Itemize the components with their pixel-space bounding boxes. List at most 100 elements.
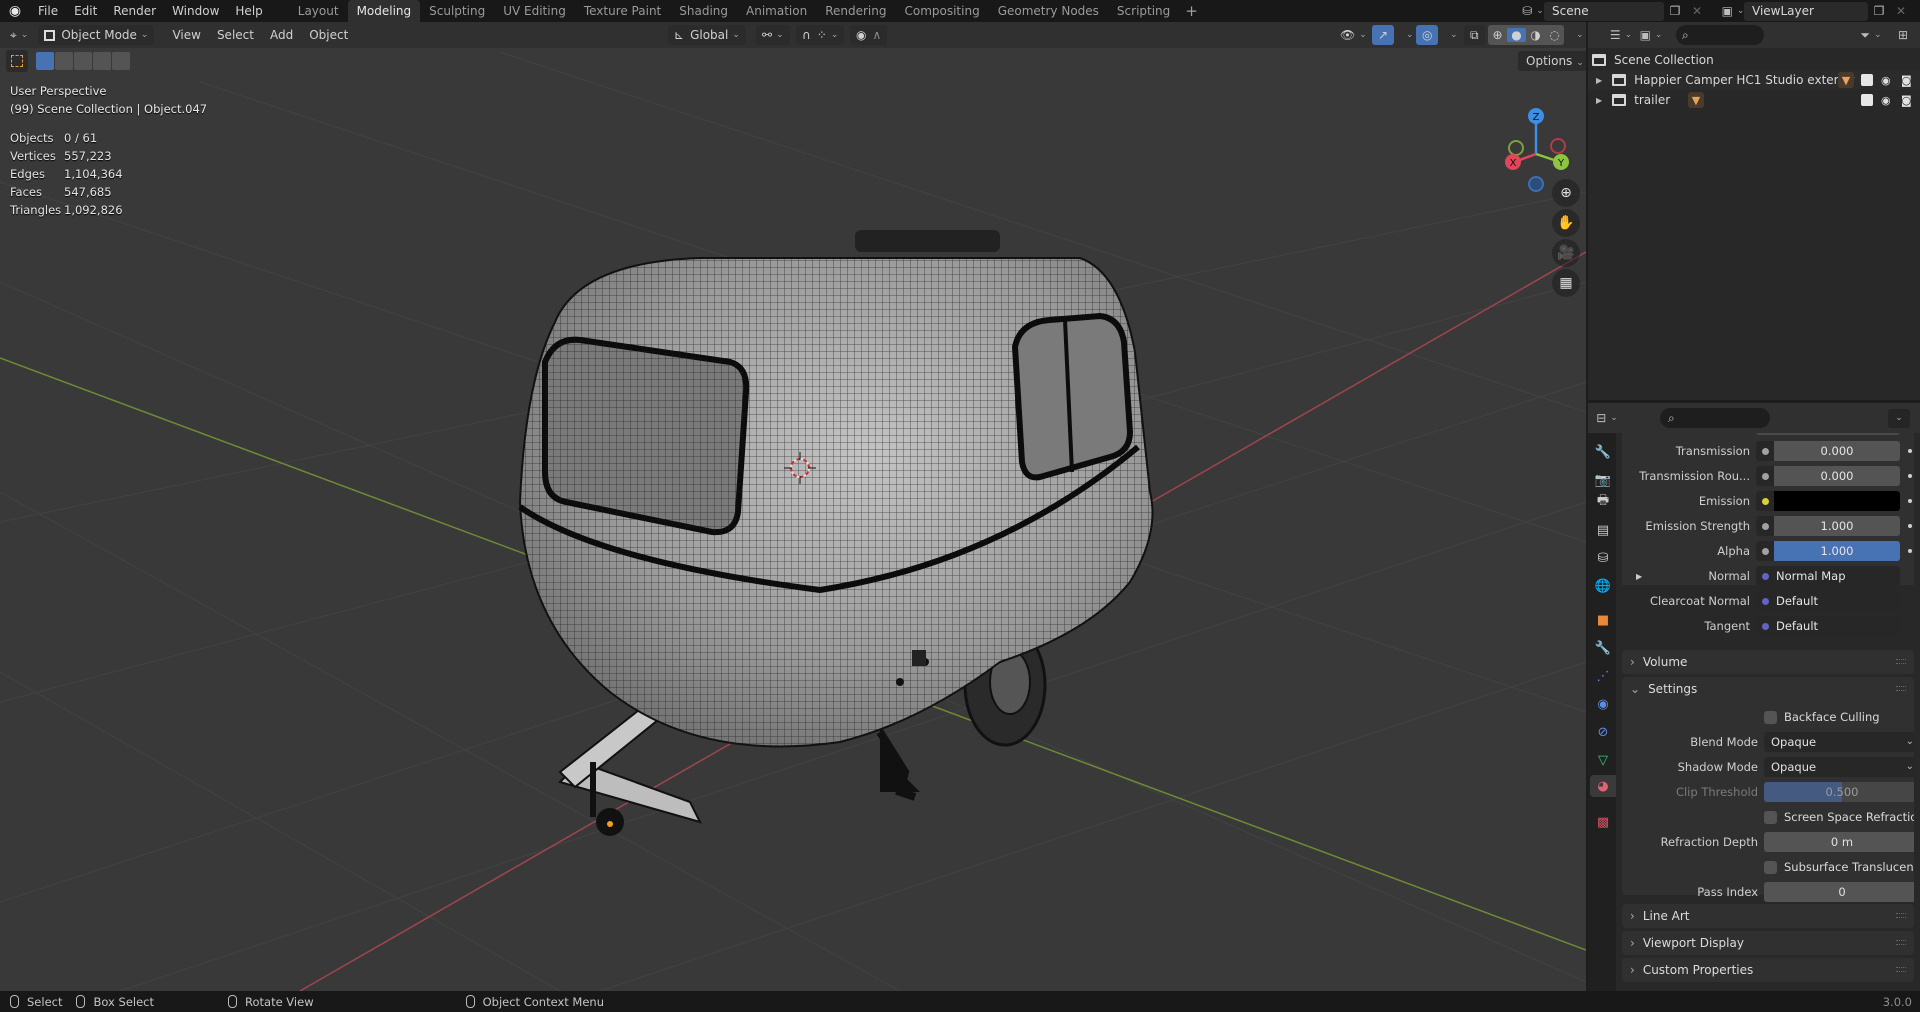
exclude-checkbox[interactable] [1861,74,1873,86]
delete-scene-icon[interactable]: ✕ [1686,2,1708,21]
drag-handle-icon[interactable] [1896,940,1906,945]
transform-orientation-selector[interactable]: ⊾ Global ⌄ [668,25,746,45]
outliner-editor-type-button[interactable]: ☰ ⌄ [1610,26,1632,45]
filter-children-icon[interactable]: ▼ [1688,92,1704,108]
settings-panel-header[interactable]: ⌄ Settings [1630,677,1697,701]
tangent-link-field[interactable]: Default [1756,616,1900,636]
visibility-eye-icon[interactable]: ◉ [1881,94,1891,107]
emission-color-swatch[interactable] [1774,491,1900,511]
camper-model[interactable] [518,230,1154,836]
outliner-search-input[interactable]: ⌕ [1676,25,1764,45]
gizmo-toggle[interactable]: ↗ [1372,25,1395,45]
tab-view-layer[interactable]: ▤ [1592,519,1614,541]
delete-view-layer-icon[interactable]: ✕ [1890,2,1912,21]
outliner-root[interactable]: Scene Collection [1588,50,1920,70]
proportional-edit-toggle[interactable]: ◉ ∧ [850,25,888,45]
backface-culling-checkbox[interactable] [1764,710,1777,724]
visibility-eye-icon[interactable]: ◉ [1881,74,1891,87]
blender-logo-icon[interactable]: ◉ [0,0,30,22]
drag-handle-icon[interactable] [1896,686,1906,691]
select-mode-intersect[interactable] [112,52,130,70]
scene-name-field[interactable]: Scene [1544,1,1664,21]
view-layer-name-field[interactable]: ViewLayer [1744,1,1868,21]
select-mode-new[interactable] [36,52,54,70]
display-mode-button[interactable]: ▣ ⌄ [1640,26,1663,45]
tab-particles[interactable]: ⋰ [1592,665,1614,687]
outliner-item[interactable]: ▶ trailer ▼ ◉ ◙ [1588,90,1920,110]
subsurface-translucency-checkbox[interactable] [1764,860,1777,874]
socket-button[interactable] [1756,491,1774,511]
overlays-toggle[interactable]: ◎ [1416,25,1439,45]
tab-shading[interactable]: Shading [670,0,737,22]
emission-strength-field[interactable]: 1.000 [1774,516,1900,536]
tab-render[interactable]: 📷 [1592,469,1614,491]
tab-compositing[interactable]: Compositing [895,0,988,22]
scene-icon[interactable]: ⛁ ⌄ [1522,2,1544,21]
3d-viewport[interactable]: ⌖ ⌄ Object Mode ⌄ View Select Add Object ⊾… [0,22,1586,991]
neg-y-axis-handle[interactable] [1508,140,1524,156]
properties-search-input[interactable]: ⌕ [1660,408,1770,428]
menu-select[interactable]: Select [209,28,262,42]
tab-physics[interactable]: ◉ [1592,693,1614,715]
shadow-mode-dropdown[interactable]: Opaque ⌄ [1764,757,1914,777]
keyframe-dot-icon[interactable] [1908,549,1912,553]
mode-selector[interactable]: Object Mode ⌄ [38,25,155,45]
tab-animation[interactable]: Animation [737,0,816,22]
line-art-panel-header[interactable]: › Line Art [1630,904,1689,928]
properties-options-button[interactable]: ⌄ [1888,408,1910,428]
neg-x-axis-handle[interactable] [1550,138,1566,154]
wireframe-shading-button[interactable]: ⊕ [1488,28,1507,42]
editor-type-button[interactable]: ⌖ ⌄ [4,25,34,45]
select-mode-subtract[interactable] [74,52,92,70]
transmission-roughness-field[interactable]: 0.000 [1774,466,1900,486]
keyframe-dot-icon[interactable] [1908,449,1912,453]
blend-mode-dropdown[interactable]: Opaque ⌄ [1764,732,1914,752]
filter-button[interactable]: ⏷ ⌄ [1860,26,1882,45]
tab-constraints[interactable]: ⊘ [1592,721,1614,743]
viewport-display-panel-header[interactable]: › Viewport Display [1630,931,1744,955]
tab-texture[interactable]: ▩ [1592,811,1614,833]
select-mode-extend[interactable] [55,52,73,70]
menu-file[interactable]: File [30,0,66,22]
tab-scene[interactable]: ⛁ [1592,547,1614,569]
tab-material[interactable]: ◕ [1590,775,1616,797]
tab-object[interactable]: ■ [1592,609,1614,631]
view-layer-icon[interactable]: ▣ ⌄ [1722,2,1745,21]
expand-icon[interactable]: ▶ [1636,572,1642,581]
render-camera-icon[interactable]: ◙ [1901,94,1912,107]
socket-button[interactable] [1756,541,1774,561]
viewport-canvas[interactable] [0,22,1586,991]
visibility-button[interactable]: 👁 ⌄ [1334,25,1373,45]
refraction-depth-field[interactable]: 0 m [1764,832,1914,852]
menu-edit[interactable]: Edit [66,0,105,22]
options-button[interactable]: Options ⌄ [1518,51,1586,71]
normal-link-field[interactable]: Normal Map [1756,566,1900,586]
tab-sculpting[interactable]: Sculpting [420,0,494,22]
shading-options[interactable]: ⌄ [1566,25,1586,45]
menu-render[interactable]: Render [105,0,164,22]
socket-button[interactable] [1756,516,1774,536]
tab-texture-paint[interactable]: Texture Paint [575,0,670,22]
alpha-field[interactable]: 1.000 [1774,541,1900,561]
volume-panel[interactable]: › Volume [1622,650,1914,674]
custom-properties-panel-header[interactable]: › Custom Properties [1630,958,1753,982]
drag-handle-icon[interactable] [1896,913,1906,918]
drag-handle-icon[interactable] [1896,659,1906,664]
clip-threshold-slider[interactable]: 0.500 [1764,782,1914,802]
solid-shading-button[interactable]: ● [1507,28,1526,42]
select-mode-invert[interactable] [93,52,111,70]
tab-scripting[interactable]: Scripting [1108,0,1179,22]
snap-toggle[interactable]: ∩ ⁘ ⌄ [796,25,845,45]
filter-children-icon[interactable]: ▼ [1838,72,1854,88]
rendered-shading-button[interactable]: ◌ [1545,28,1564,42]
properties-editor-type-button[interactable]: ⊟ ⌄ [1596,409,1618,428]
overlays-options[interactable]: ⌄ [1440,25,1464,45]
pivot-point-button[interactable]: ⚯ ⌄ [756,25,790,45]
tab-rendering[interactable]: Rendering [816,0,895,22]
screen-space-refraction-checkbox[interactable] [1764,810,1777,824]
select-tool-button[interactable] [6,50,28,72]
socket-button[interactable] [1756,441,1774,461]
expand-icon[interactable]: ▶ [1596,76,1602,85]
add-workspace-button[interactable]: + [1179,2,1204,20]
outliner-item[interactable]: ▶ Happier Camper HC1 Studio exterior ▼ ◉… [1588,70,1920,90]
